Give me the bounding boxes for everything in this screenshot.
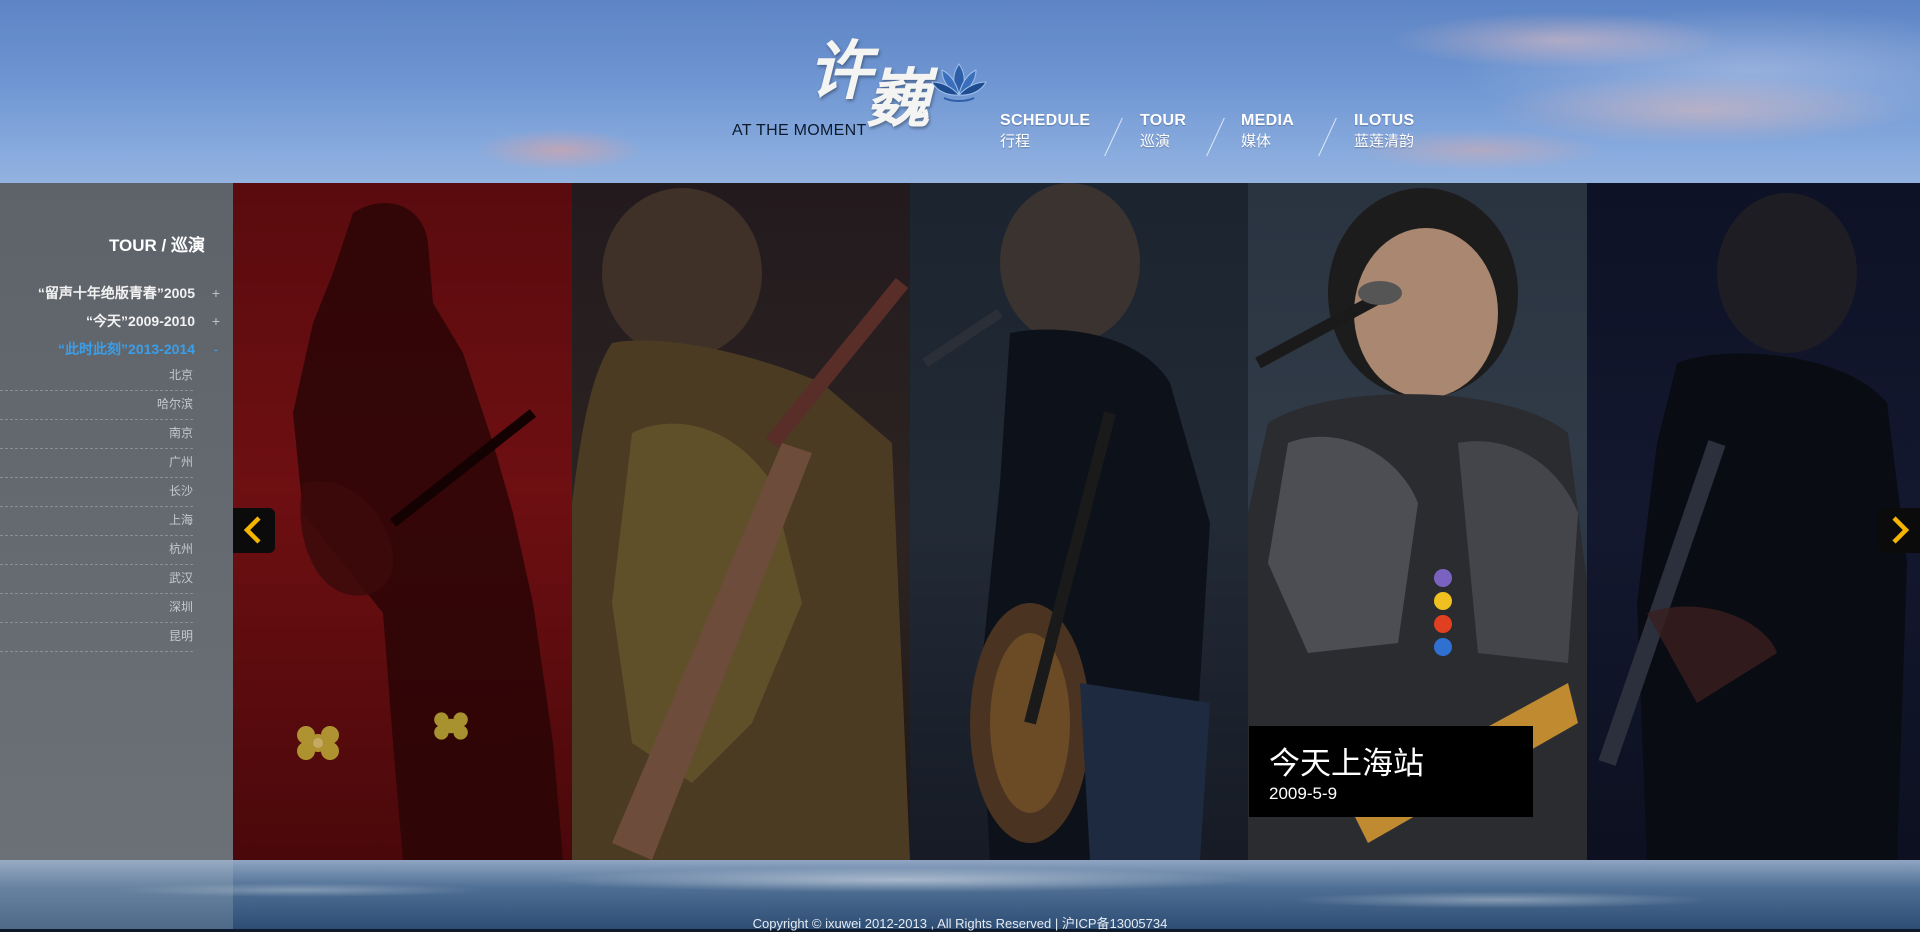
nav-ilotus-en: ILOTUS xyxy=(1354,112,1415,129)
performer-photo xyxy=(1598,193,1907,860)
nav-tour[interactable]: TOUR 巡演 xyxy=(1140,112,1186,151)
copyright-text: Copyright © ixuwei 2012-2013 , All Right… xyxy=(752,916,1168,931)
nav-tour-cn: 巡演 xyxy=(1140,133,1171,150)
performer-photo xyxy=(572,188,910,860)
nav-tour-en: TOUR xyxy=(1140,112,1187,129)
logo-calligraphy: 许巍 xyxy=(808,34,930,137)
expand-icon: + xyxy=(211,285,221,301)
previous-button[interactable] xyxy=(233,508,275,553)
nav-media[interactable]: MEDIA 媒体 xyxy=(1241,112,1294,151)
sidebar-title: TOUR / 巡演 xyxy=(108,236,205,255)
caption-title: 今天上海站 xyxy=(1269,746,1424,781)
photo-caption[interactable]: 今天上海站 2009-5-9 xyxy=(1249,726,1533,817)
collapse-icon: - xyxy=(213,341,219,357)
city-link-shanghai[interactable]: 上海 xyxy=(0,507,193,536)
city-link-harbin[interactable]: 哈尔滨 xyxy=(0,391,193,420)
series-item-2005[interactable]: “留声十年绝版青春”2005 + xyxy=(38,283,223,303)
lotus-icon xyxy=(931,63,987,102)
nav-media-en: MEDIA xyxy=(1241,112,1295,129)
tour-sidebar: TOUR / 巡演 “留声十年绝版青春”2005 + “今天”2009-2010 +… xyxy=(0,183,233,860)
expand-icon: + xyxy=(211,313,221,329)
city-link-shenzhen[interactable]: 深圳 xyxy=(0,594,193,623)
nav-schedule-cn: 行程 xyxy=(1000,133,1031,150)
nav-schedule-en: SCHEDULE xyxy=(1000,112,1091,129)
logo-subtitle: AT THE MOMENT xyxy=(732,122,867,139)
nav-ilotus[interactable]: ILOTUS 蓝莲清韵 xyxy=(1354,112,1414,151)
gallery-panel[interactable] xyxy=(233,183,572,860)
nav-schedule[interactable]: SCHEDULE 行程 xyxy=(1000,112,1090,151)
nav-divider xyxy=(1104,117,1123,157)
performer-photo xyxy=(922,183,1210,860)
chevron-right-icon xyxy=(1892,516,1910,544)
caption-date: 2009-5-9 xyxy=(1269,784,1338,803)
nav-media-cn: 媒体 xyxy=(1241,133,1272,150)
nav-divider xyxy=(1318,117,1337,157)
city-link-wuhan[interactable]: 武汉 xyxy=(0,565,193,594)
performer-photo xyxy=(293,203,563,860)
city-link-kunming[interactable]: 昆明 xyxy=(0,623,193,652)
next-button[interactable] xyxy=(1878,508,1920,553)
nav-ilotus-cn: 蓝莲清韵 xyxy=(1354,133,1415,150)
city-link-nanjing[interactable]: 南京 xyxy=(0,420,193,449)
nav-divider xyxy=(1206,117,1225,157)
city-link-hangzhou[interactable]: 杭州 xyxy=(0,536,193,565)
gallery-panel[interactable] xyxy=(910,183,1248,860)
city-link-changsha[interactable]: 长沙 xyxy=(0,478,193,507)
site-logo[interactable]: 许巍 AT THE MOMENT xyxy=(730,40,990,160)
series-label: “留声十年绝版青春”2005 xyxy=(37,285,195,301)
city-link-guangzhou[interactable]: 广州 xyxy=(0,449,193,478)
photo-gallery: 今天上海站 2009-5-9 xyxy=(233,183,1920,860)
series-label: “今天”2009-2010 xyxy=(86,313,195,329)
series-label: “此时此刻”2013-2014 xyxy=(58,341,195,357)
city-link-beijing[interactable]: 北京 xyxy=(0,362,193,391)
series-item-2009[interactable]: “今天”2009-2010 + xyxy=(86,311,223,331)
footer: Copyright © ixuwei 2012-2013 , All Right… xyxy=(0,860,1920,931)
header: 许巍 AT THE MOMENT SCHEDULE 行程 TOUR 巡演 MED… xyxy=(0,0,1920,183)
series-item-2013[interactable]: “此时此刻”2013-2014 - xyxy=(58,339,223,359)
chevron-left-icon xyxy=(243,516,261,544)
gallery-panel[interactable] xyxy=(572,183,910,860)
gallery-panel[interactable] xyxy=(1587,183,1920,860)
